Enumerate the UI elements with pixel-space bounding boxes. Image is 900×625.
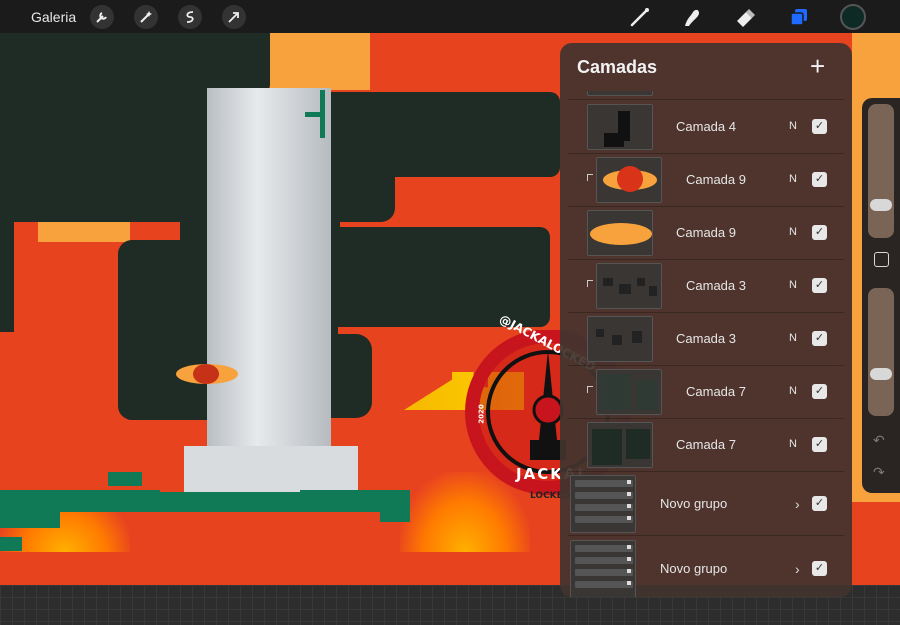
art-grey-pillar-base [184, 446, 358, 492]
layer-thumbnail [587, 422, 653, 468]
art-snake-pupil [193, 364, 219, 384]
layer-name: Camada 9 [676, 225, 736, 240]
group-row[interactable]: Novo grupo › ✓ [568, 537, 844, 597]
opacity-slider[interactable] [868, 288, 894, 416]
top-toolbar: Galeria [0, 0, 900, 33]
visibility-checkbox[interactable]: ✓ [812, 437, 827, 452]
layer-row[interactable]: Camada 9 N ✓ [568, 207, 844, 260]
visibility-checkbox[interactable]: ✓ [812, 119, 827, 134]
layer-thumbnail [587, 316, 653, 362]
layer-row[interactable]: Camada 7 N ✓ [568, 366, 844, 419]
layer-thumbnail [596, 157, 662, 203]
gallery-button[interactable]: Galeria [31, 9, 76, 25]
group-name: Novo grupo [660, 496, 728, 511]
layer-thumbnail [596, 369, 662, 415]
blend-mode[interactable]: N [789, 279, 797, 291]
art-yellow-shape [404, 372, 524, 410]
add-layer-button[interactable]: + [810, 53, 825, 79]
modify-button[interactable] [874, 252, 889, 267]
art-green-ground [380, 510, 410, 522]
art-dark-shape [0, 182, 14, 332]
eraser-icon[interactable] [732, 4, 758, 30]
blend-mode[interactable]: N [789, 226, 797, 238]
art-green-ground [108, 472, 142, 486]
art-dark-shape [360, 92, 560, 177]
layers-icon[interactable] [786, 4, 812, 30]
layer-row[interactable]: Camada 4 N ✓ [568, 101, 844, 154]
layers-panel: Camadas + Camada 4 N ✓ Camada 9 N ✓ Cama… [560, 43, 852, 597]
layer-name: Camada 3 [686, 278, 746, 293]
visibility-checkbox[interactable]: ✓ [812, 225, 827, 240]
layer-thumbnail [587, 91, 653, 96]
layer-thumbnail [596, 263, 662, 309]
clipping-mask-icon [587, 280, 593, 287]
layer-thumbnail [587, 210, 653, 256]
art-green-ground [150, 492, 300, 512]
layer-name: Camada 7 [676, 437, 736, 452]
art-dark-shape [330, 227, 550, 327]
selection-icon[interactable] [178, 5, 202, 29]
smudge-icon[interactable] [679, 4, 705, 30]
group-thumbnail [570, 540, 636, 597]
layer-name: Camada 9 [686, 172, 746, 187]
clipping-mask-icon [587, 174, 593, 181]
layer-name: Camada 4 [676, 119, 736, 134]
layer-row[interactable]: Camada 3 N ✓ [568, 260, 844, 313]
art-green-ground [0, 490, 160, 512]
layer-row[interactable]: Camada 9 N ✓ [568, 154, 844, 207]
visibility-checkbox[interactable]: ✓ [812, 561, 827, 576]
brush-size-slider[interactable] [868, 104, 894, 238]
layer-name: Camada 3 [676, 331, 736, 346]
opacity-knob[interactable] [870, 368, 892, 380]
blend-mode[interactable]: N [789, 120, 797, 132]
group-thumbnail [570, 475, 636, 533]
brush-size-knob[interactable] [870, 199, 892, 211]
transform-arrow-icon[interactable] [222, 5, 246, 29]
group-name: Novo grupo [660, 561, 728, 576]
layer-name: Camada 7 [686, 384, 746, 399]
layer-row-hidden-top[interactable] [568, 91, 844, 100]
layer-row[interactable]: Camada 7 N ✓ [568, 419, 844, 472]
wrench-icon[interactable] [90, 5, 114, 29]
redo-icon[interactable]: ↷ [873, 464, 885, 481]
blend-mode[interactable]: N [789, 385, 797, 397]
blend-mode[interactable]: N [789, 173, 797, 185]
blend-mode[interactable]: N [789, 438, 797, 450]
art-glow [400, 472, 530, 552]
magic-wand-icon[interactable] [134, 5, 158, 29]
group-row[interactable]: Novo grupo › ✓ [568, 472, 844, 536]
art-green-ground [300, 490, 410, 512]
visibility-checkbox[interactable]: ✓ [812, 384, 827, 399]
visibility-checkbox[interactable]: ✓ [812, 172, 827, 187]
chevron-right-icon[interactable]: › [795, 496, 800, 512]
clipping-mask-icon [587, 386, 593, 393]
layer-thumbnail [587, 104, 653, 150]
layer-list[interactable]: Camada 4 N ✓ Camada 9 N ✓ Camada 9 N ✓ C… [568, 91, 844, 597]
color-swatch[interactable] [840, 4, 866, 30]
layer-row[interactable]: Camada 3 N ✓ [568, 313, 844, 366]
brush-icon[interactable] [627, 4, 653, 30]
art-grey-pillar [207, 88, 331, 462]
visibility-checkbox[interactable]: ✓ [812, 278, 827, 293]
art-dark-shape [0, 32, 270, 92]
art-green-ground [0, 512, 60, 528]
visibility-checkbox[interactable]: ✓ [812, 331, 827, 346]
right-sidebar: ↶ ↷ [862, 98, 900, 493]
undo-icon[interactable]: ↶ [873, 432, 885, 449]
blend-mode[interactable]: N [789, 332, 797, 344]
visibility-checkbox[interactable]: ✓ [812, 496, 827, 511]
chevron-right-icon[interactable]: › [795, 561, 800, 577]
art-green-hook [305, 112, 325, 117]
panel-title: Camadas [577, 57, 658, 77]
art-orange-block [270, 32, 370, 90]
art-green-ground [0, 537, 22, 551]
